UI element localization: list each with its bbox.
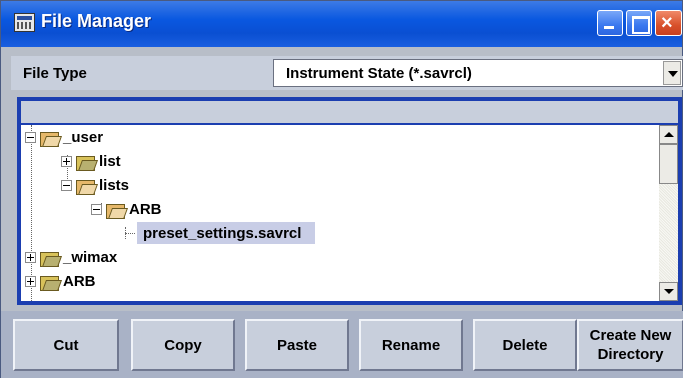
selected-file-highlight[interactable]: preset_settings.savrcl: [137, 222, 316, 244]
action-button-bar: Cut Copy Paste Rename Delete Create New …: [1, 311, 683, 378]
open-folder-icon: [105, 201, 125, 219]
vertical-scrollbar[interactable]: [659, 125, 678, 301]
tree-node-label: ARB: [129, 200, 162, 218]
folder-icon: [75, 153, 95, 171]
tree-connector: [125, 232, 135, 234]
collapse-icon[interactable]: [61, 179, 72, 191]
tree-node[interactable]: lists: [61, 173, 129, 197]
tree-node-label: lists: [99, 176, 130, 194]
file-type-select[interactable]: Instrument State (*.savrcl): [273, 59, 683, 87]
scroll-down-arrow-icon[interactable]: [659, 282, 678, 301]
tree-node-file[interactable]: preset_settings.savrcl: [125, 221, 316, 245]
collapse-icon[interactable]: [25, 131, 36, 143]
file-manager-window: File Manager × File Type Instrument Stat…: [0, 0, 683, 378]
file-type-row: File Type Instrument State (*.savrcl): [11, 56, 683, 90]
rename-button[interactable]: Rename: [359, 319, 463, 371]
file-manager-app-icon: [14, 13, 35, 32]
tree-node-label: _wimax: [63, 248, 118, 266]
scrollbar-thumb[interactable]: [659, 144, 678, 184]
tree-node[interactable]: _user: [25, 125, 103, 149]
paste-button[interactable]: Paste: [245, 319, 349, 371]
file-type-label: File Type: [23, 65, 87, 82]
tree-node-label: preset_settings.savrcl: [143, 224, 302, 242]
delete-button[interactable]: Delete: [473, 319, 577, 371]
collapse-icon[interactable]: [91, 203, 102, 215]
cut-button[interactable]: Cut: [13, 319, 119, 371]
expand-icon[interactable]: [25, 251, 36, 263]
folder-icon: [39, 249, 59, 267]
tree-node-label: ARB: [63, 272, 96, 290]
title-bar[interactable]: File Manager ×: [1, 1, 682, 47]
dropdown-arrow-icon[interactable]: [663, 61, 681, 85]
expand-icon[interactable]: [61, 155, 72, 167]
create-new-directory-button[interactable]: Create New Directory: [577, 319, 683, 371]
tree-node[interactable]: ARB: [91, 197, 162, 221]
window-title: File Manager: [41, 11, 152, 31]
tree-header-bar: [21, 101, 678, 123]
close-button[interactable]: ×: [655, 10, 682, 36]
directory-tree[interactable]: _user list lists ARB preset_settings.sav…: [21, 125, 659, 301]
copy-button[interactable]: Copy: [131, 319, 235, 371]
maximize-button[interactable]: [626, 10, 652, 36]
open-folder-icon: [39, 129, 59, 147]
tree-node[interactable]: ARB: [25, 269, 96, 293]
folder-icon: [39, 273, 59, 291]
close-icon: ×: [661, 12, 673, 34]
expand-icon[interactable]: [25, 275, 36, 287]
directory-tree-panel: _user list lists ARB preset_settings.sav…: [17, 97, 682, 305]
tree-node-label: list: [99, 152, 121, 170]
scroll-up-arrow-icon[interactable]: [659, 125, 678, 144]
create-new-directory-label-line1: Create New: [589, 327, 672, 344]
tree-node-label: _user: [63, 128, 104, 146]
tree-node[interactable]: _wimax: [25, 245, 117, 269]
tree-node[interactable]: list: [61, 149, 121, 173]
minimize-button[interactable]: [597, 10, 623, 36]
open-folder-icon: [75, 177, 95, 195]
create-new-directory-label-line2: Directory: [597, 346, 664, 363]
file-type-selected-value: Instrument State (*.savrcl): [286, 65, 472, 82]
